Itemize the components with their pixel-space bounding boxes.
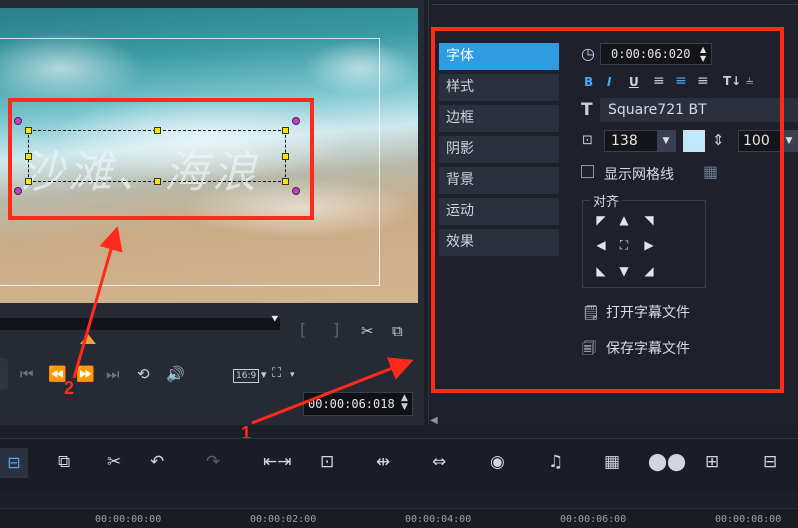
ruler-tick-label: 00:00:06:00 — [560, 514, 627, 525]
record-icon[interactable]: ◉ — [490, 452, 505, 472]
split-icon[interactable]: ⇹ — [376, 452, 390, 472]
grid-view-icon[interactable]: ⊟ — [763, 452, 777, 472]
ruler-tick-label: 00:00:04:00 — [405, 514, 472, 525]
ruler-tick-label: 00:00:02:00 — [250, 514, 317, 525]
trim-icon[interactable]: ⇔ — [432, 452, 446, 472]
undo-icon[interactable]: ↶ — [150, 452, 164, 472]
tools-icon[interactable]: ✂ — [107, 452, 121, 472]
redo-icon[interactable]: ↷ — [206, 452, 220, 472]
mask-icon[interactable]: ⬤⬤ — [648, 452, 686, 472]
arrow-2 — [72, 226, 123, 379]
audio-waveform-icon[interactable]: ♫ — [548, 452, 563, 472]
multicam-icon[interactable]: ▦ — [604, 452, 620, 472]
ruler-tick-label: 00:00:08:00 — [715, 514, 782, 525]
arrow-1 — [251, 357, 414, 425]
storyboard-view-icon[interactable]: ⊟ — [0, 448, 28, 478]
add-media-icon[interactable]: ⧉ — [58, 452, 70, 472]
editor-window: 沙滩、海浪 ⯆ [ ] ✂ ⧉ ⏮ ⏪ ⏩ ⏭ ⟲ 🔊 16:9 ▾ ⛶ ▾ 0… — [0, 0, 798, 528]
ruler-tick-label: 00:00:00:00 — [95, 514, 162, 525]
annotation-label-2: 2 — [64, 378, 75, 398]
subtitle-editor-icon[interactable]: ⊞ — [705, 452, 719, 472]
zoom-to-fit-icon[interactable]: ⊡ — [320, 452, 334, 472]
fit-timeline-icon[interactable]: ⇤⇥ — [263, 452, 292, 472]
